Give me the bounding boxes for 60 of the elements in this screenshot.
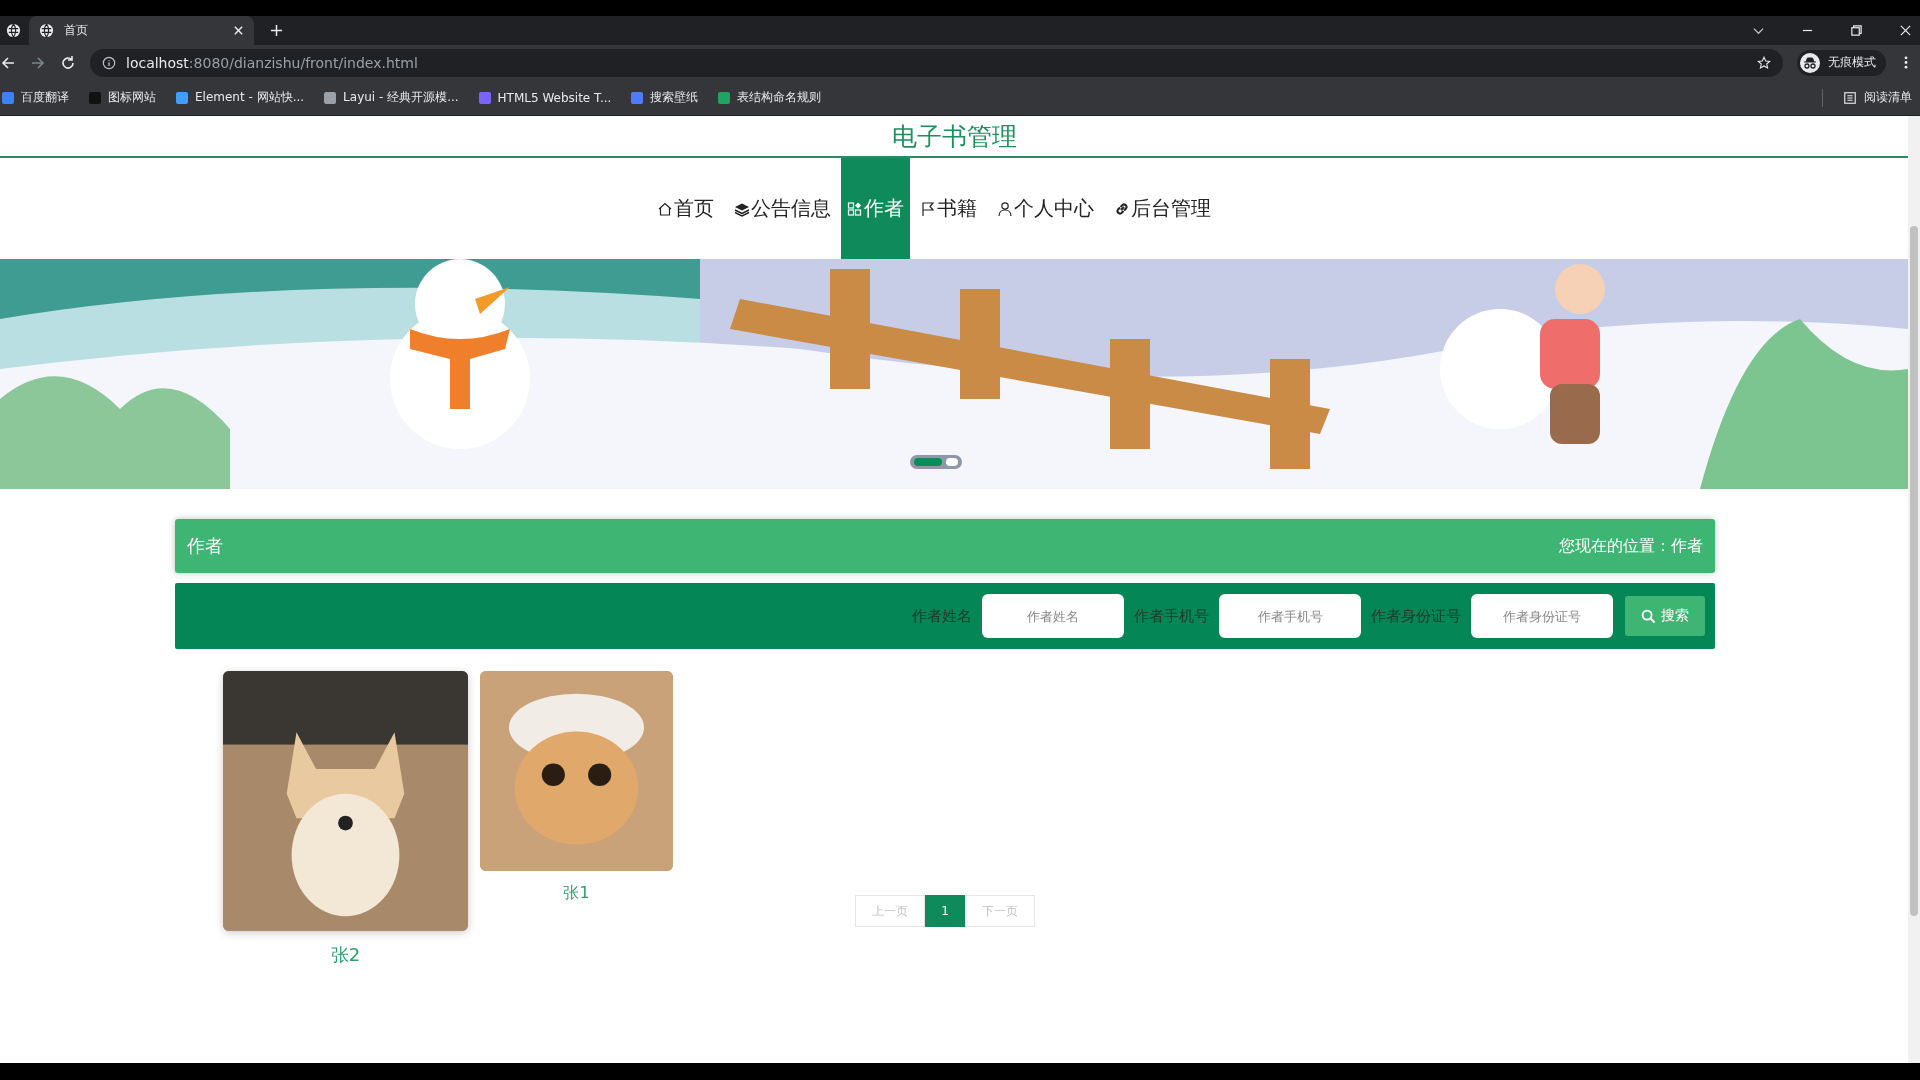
nav-label: 公告信息: [751, 195, 831, 222]
bookmark-item[interactable]: 百度翻译: [2, 89, 69, 106]
site-title: 电子书管理: [891, 120, 1017, 153]
field-label: 作者姓名: [912, 606, 972, 626]
nav-tab[interactable]: 首页: [647, 158, 724, 259]
bookmark-item[interactable]: 图标网站: [89, 89, 156, 106]
back-icon[interactable]: [0, 54, 16, 71]
nav-tab[interactable]: 后台管理: [1104, 158, 1221, 259]
nav-tab[interactable]: 作者: [841, 158, 910, 259]
list-icon: [1843, 90, 1857, 105]
nav-label: 书籍: [937, 195, 977, 222]
bookmark-label: 搜索壁纸: [650, 89, 699, 106]
user-icon: [997, 200, 1013, 217]
scrollbar-thumb[interactable]: [1910, 226, 1918, 916]
incognito-button[interactable]: 无痕模式: [1797, 49, 1886, 76]
input-field[interactable]: 作者身份证号: [1471, 594, 1613, 638]
nav-tab[interactable]: 书籍: [910, 158, 987, 259]
nav-label: 个人中心: [1014, 195, 1094, 222]
bookmark-item[interactable]: 表结构命名规则: [718, 89, 822, 106]
dog-photo-placeholder[interactable]: [223, 671, 468, 931]
bookmark-label: 百度翻译: [21, 89, 69, 106]
restore-icon[interactable]: [1850, 24, 1863, 37]
nav-tab[interactable]: 公告信息: [724, 158, 841, 259]
link-icon: [1114, 200, 1130, 217]
nav-label: 作者: [864, 195, 904, 222]
nav-tab[interactable]: 个人中心: [987, 158, 1104, 259]
forward-icon[interactable]: [30, 54, 46, 71]
home-icon: [657, 200, 673, 217]
cat-photo-placeholder[interactable]: [480, 671, 673, 871]
input-field[interactable]: 作者手机号: [1219, 594, 1361, 638]
more-icon[interactable]: [1904, 55, 1908, 70]
address-field[interactable]: localhost:8080/dianzishu/front/index.html: [90, 48, 1783, 77]
close-icon[interactable]: [233, 25, 244, 36]
field-label: 作者身份证号: [1371, 606, 1461, 626]
flag-icon: [920, 200, 936, 217]
info-icon: [102, 55, 116, 70]
page-button[interactable]: 1: [925, 895, 965, 927]
search-icon: [1641, 608, 1656, 624]
new-tab-icon[interactable]: [270, 24, 283, 37]
grid-icon: [847, 200, 863, 217]
incognito-icon: [1800, 52, 1820, 73]
bookmark-label: 表结构命名规则: [737, 89, 822, 106]
field-label: 作者手机号: [1134, 606, 1209, 626]
nav-label: 首页: [674, 195, 714, 222]
author-name[interactable]: 张2: [330, 943, 361, 967]
globe-icon: [39, 23, 54, 38]
tab-title: 首页: [64, 22, 89, 39]
bookmark-item[interactable]: 搜索壁纸: [631, 89, 699, 106]
input-field[interactable]: 作者姓名: [982, 594, 1124, 638]
section-title: 作者: [187, 534, 223, 558]
author-name[interactable]: 张1: [563, 883, 590, 904]
breadcrumb: 您现在的位置：作者: [1559, 535, 1703, 557]
nav-label: 后台管理: [1131, 195, 1211, 222]
browser-tab[interactable]: 首页: [29, 16, 254, 45]
bookmark-label: 图标网站: [108, 89, 156, 106]
star-icon[interactable]: [1757, 55, 1771, 70]
globe-icon: [6, 23, 21, 38]
reading-list-button[interactable]: 阅读清单: [1843, 89, 1912, 106]
reload-icon[interactable]: [60, 54, 76, 71]
close-icon[interactable]: [1899, 24, 1912, 37]
